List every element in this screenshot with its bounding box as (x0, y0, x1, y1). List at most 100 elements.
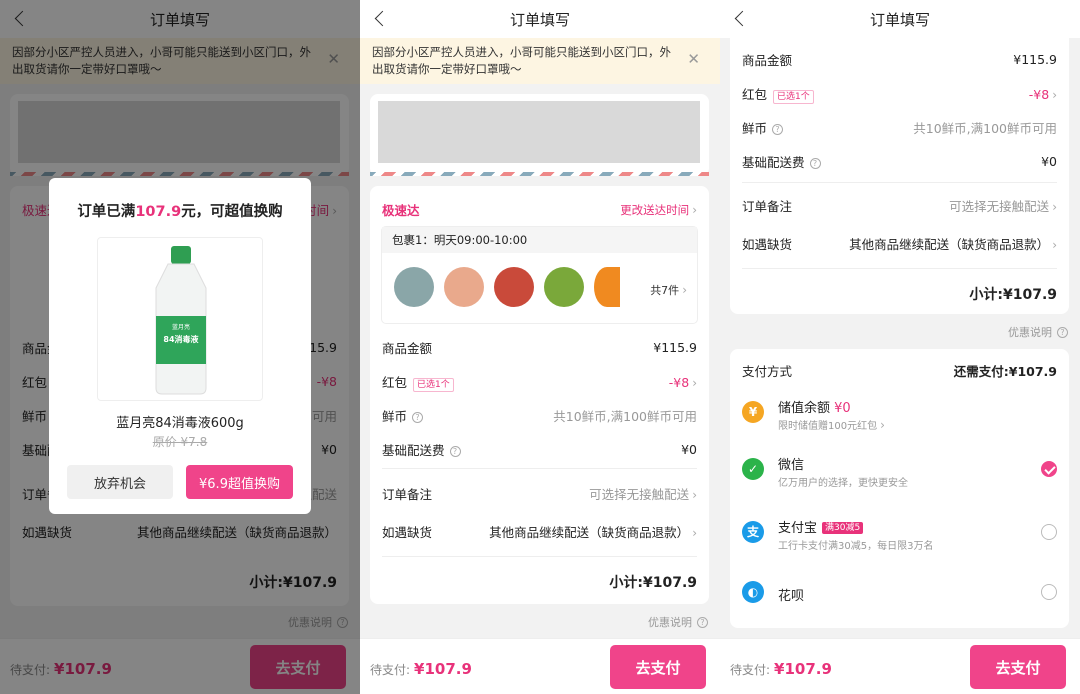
exchange-buy-button[interactable]: ¥6.9超值换购 (186, 465, 293, 499)
need-pay: 还需支付:¥107.9 (953, 364, 1057, 379)
back-icon[interactable] (372, 8, 392, 30)
pay-method-balance[interactable]: ¥ 储值余额 ¥0 限时储值赠100元红包 › (742, 395, 1057, 435)
close-icon[interactable]: ✕ (687, 51, 700, 68)
help-icon: ? (412, 412, 424, 423)
product-thumb (544, 267, 584, 307)
divider (382, 468, 697, 469)
remark-label: 订单备注 (742, 199, 793, 214)
coin-label: 鲜币? (382, 406, 424, 425)
goods-label: 商品金额 (742, 53, 793, 68)
pay-method-wechat[interactable]: ✓ 微信 亿万用户的选择，更快更安全 (742, 452, 1057, 492)
pay-button[interactable]: 去支付 (610, 645, 706, 689)
coin-value: 共10鲜币,满100鲜币可用 (913, 121, 1057, 136)
method-name: 支付宝 满30减5 (778, 517, 864, 536)
coin-label: 鲜币? (742, 118, 784, 137)
divider (382, 556, 697, 557)
radio-checked[interactable] (1041, 461, 1057, 477)
redpacket-tag: 已选1个 (413, 378, 454, 392)
screen-2: 订单填写 因部分小区严控人员进入，小哥可能只能送到小区门口，外出取货请你一定带好… (360, 0, 720, 694)
remark-value[interactable]: 可选择无接触配送 › (949, 196, 1057, 215)
shortage-value[interactable]: 其他商品继续配送（缺货商品退款） › (489, 522, 697, 541)
discount-note[interactable]: 优惠说明? (720, 324, 1068, 340)
fee-value: ¥0 (1041, 154, 1057, 169)
notice-text: 因部分小区严控人员进入，小哥可能只能送到小区门口，外出取货请你一定带好口罩哦～ (372, 45, 671, 76)
subtotal: 小计:¥107.9 (969, 287, 1057, 303)
pay-button[interactable]: 去支付 (970, 645, 1066, 689)
item-count: 共7件 › (650, 283, 687, 297)
redpacket-value[interactable]: -¥8 › (1029, 87, 1057, 102)
subtotal: 小计:¥107.9 (609, 575, 697, 591)
back-icon[interactable] (732, 8, 752, 30)
address-placeholder (378, 101, 700, 163)
bottle-brand: 蓝月亮 (171, 324, 190, 331)
modal-title: 订单已满107.9元，可超值换购 (77, 204, 283, 220)
method-name: 储值余额 ¥0 (778, 401, 851, 416)
redpacket-label: 红包 已选1个 (382, 372, 454, 392)
fee-label: 基础配送费? (742, 152, 821, 171)
balance-icon: ¥ (742, 401, 764, 423)
method-sub: 亿万用户的选择，更快更安全 (778, 478, 908, 489)
help-icon: ? (697, 616, 708, 628)
envelope-stripe (370, 172, 709, 176)
bottom-bar: 待支付: ¥107.9 去支付 (360, 638, 720, 694)
method-sub: 工行卡支付满30减5，每日限3万名 (778, 541, 934, 552)
payment-title: 支付方式 (742, 364, 793, 379)
alipay-icon: 支 (742, 521, 764, 543)
pending-amount: ¥107.9 (774, 660, 832, 678)
goods-value: ¥115.9 (653, 340, 697, 355)
redpacket-value[interactable]: -¥8 › (669, 375, 697, 390)
payment-card: 支付方式 还需支付:¥107.9 ¥ 储值余额 ¥0 限时储值赠100元红包 › ✓… (730, 349, 1069, 628)
fee-value: ¥0 (681, 442, 697, 457)
change-time-link[interactable]: 更改送达时间› (620, 202, 697, 218)
top-bar: 订单填写 (720, 0, 1080, 38)
page-title: 订单填写 (509, 10, 570, 29)
pending-label: 待支付: ¥107.9 (370, 660, 472, 678)
remark-value[interactable]: 可选择无接触配送 › (589, 484, 697, 503)
bottle-icon (155, 246, 207, 395)
huabei-icon: ◐ (742, 581, 764, 603)
help-icon: ? (1057, 326, 1068, 338)
promo-badge: 满30减5 (822, 522, 864, 534)
pending-label: 待支付: ¥107.9 (730, 660, 832, 678)
radio-unchecked[interactable] (1041, 584, 1057, 600)
method-sub: 限时储值赠100元红包 › (778, 418, 885, 432)
order-card: 商品金额 ¥115.9 红包 已选1个 -¥8 › 鲜币? 共10鲜币,满100鲜币可用 … (730, 38, 1069, 314)
shortage-value[interactable]: 其他商品继续配送（缺货商品退款） › (849, 234, 1057, 253)
coin-value: 共10鲜币,满100鲜币可用 (553, 409, 697, 424)
upsell-modal: 订单已满107.9元，可超值换购 蓝月亮 84消毒液 蓝月亮84消毒液600g … (49, 178, 311, 514)
package-time: 包裹1：明天09:00-10:00 (382, 227, 697, 253)
help-icon: ? (772, 124, 784, 135)
discount-note[interactable]: 优惠说明? (360, 614, 708, 630)
address-card[interactable] (370, 94, 709, 176)
redpacket-tag: 已选1个 (773, 90, 814, 104)
delivery-type: 极速达 (382, 203, 420, 218)
product-thumb (594, 267, 620, 307)
method-name: 花呗 (778, 589, 805, 604)
help-icon: ? (449, 446, 461, 457)
remark-label: 订单备注 (382, 487, 433, 502)
wechat-icon: ✓ (742, 458, 764, 480)
screen-1: 订单填写 因部分小区严控人员进入，小哥可能只能送到小区门口，外出取货请你一定带好… (0, 0, 360, 694)
redpacket-label: 红包 已选1个 (742, 84, 814, 104)
page-title: 订单填写 (869, 10, 930, 29)
product-thumbs (394, 267, 630, 307)
shortage-label: 如遇缺货 (382, 525, 433, 540)
bottom-bar: 待支付: ¥107.9 去支付 (720, 638, 1080, 694)
radio-unchecked[interactable] (1041, 524, 1057, 540)
method-name: 微信 (778, 458, 805, 473)
notice-banner: 因部分小区严控人员进入，小哥可能只能送到小区门口，外出取货请你一定带好口罩哦～ … (360, 38, 720, 84)
shortage-label: 如遇缺货 (742, 237, 793, 252)
goods-value: ¥115.9 (1013, 52, 1057, 67)
giveup-button[interactable]: 放弃机会 (67, 465, 173, 499)
pay-method-alipay[interactable]: 支 支付宝 满30减5 工行卡支付满30减5，每日限3万名 (742, 515, 1057, 555)
product-name: 蓝月亮84消毒液600g (116, 416, 244, 431)
product-image[interactable]: 蓝月亮 84消毒液 (97, 237, 263, 401)
product-thumb (444, 267, 484, 307)
product-thumb (394, 267, 434, 307)
package-box[interactable]: 包裹1：明天09:00-10:00 共7件 › (381, 226, 698, 324)
pay-method-huabei[interactable]: ◐ 花呗 (742, 575, 1057, 615)
original-price: 原价 ¥7.8 (152, 435, 208, 449)
order-card: 极速达 更改送达时间 › 包裹1：明天09:00-10:00 共7件 › 商品金额 ¥1… (370, 186, 709, 604)
help-icon: ? (809, 158, 821, 169)
bottle-label: 84消毒液 (163, 335, 199, 344)
